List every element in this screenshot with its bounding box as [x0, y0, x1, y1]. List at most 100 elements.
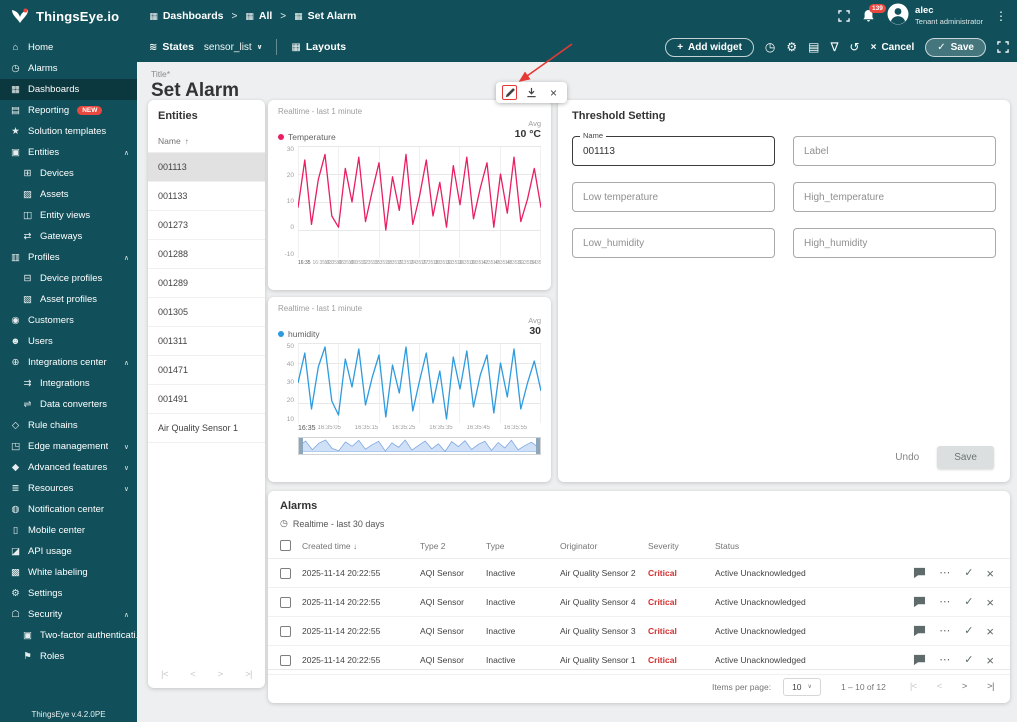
- entity-row[interactable]: 001273: [148, 211, 265, 240]
- more-actions-icon[interactable]: ⋯: [939, 596, 951, 608]
- sidebar-item-profiles[interactable]: ▥ Profiles ∧: [0, 247, 137, 268]
- row-checkbox[interactable]: [280, 654, 291, 666]
- sidebar-item-integrations[interactable]: ⇉ Integrations: [0, 373, 137, 394]
- entity-row[interactable]: 001305: [148, 298, 265, 327]
- more-actions-icon[interactable]: ⋯: [939, 625, 951, 637]
- entity-row[interactable]: 001311: [148, 327, 265, 356]
- column-type2[interactable]: Type 2: [420, 541, 486, 551]
- settings-gear-button[interactable]: ⚙: [786, 41, 797, 53]
- sidebar-item-advanced-features[interactable]: ◆ Advanced features ∨: [0, 457, 137, 478]
- dashboard-image-button[interactable]: ▤: [808, 41, 819, 53]
- sidebar-item-device-profiles[interactable]: ⊟ Device profiles: [0, 268, 137, 289]
- row-checkbox[interactable]: [280, 625, 291, 637]
- add-widget-button[interactable]: + Add widget: [665, 37, 754, 57]
- acknowledge-icon[interactable]: ✓: [964, 625, 973, 637]
- column-created-time[interactable]: Created time ↓: [302, 541, 420, 551]
- sidebar-item-alarms[interactable]: ◷ Alarms: [0, 58, 137, 79]
- sidebar-item-api-usage[interactable]: ◪ API usage: [0, 541, 137, 562]
- more-actions-icon[interactable]: ⋯: [939, 567, 951, 579]
- entities-name-column-header[interactable]: Name ↑: [148, 122, 265, 153]
- fullscreen-button[interactable]: [997, 41, 1009, 53]
- more-actions-icon[interactable]: ⋯: [939, 654, 951, 666]
- name-input[interactable]: [572, 136, 775, 166]
- entity-row[interactable]: 001133: [148, 182, 265, 211]
- prev-page-icon[interactable]: <: [937, 681, 943, 692]
- sidebar-item-white-labeling[interactable]: ▩ White labeling: [0, 562, 137, 583]
- sidebar-item-customers[interactable]: ◉ Customers: [0, 310, 137, 331]
- acknowledge-icon[interactable]: ✓: [964, 596, 973, 608]
- sidebar-item-gateways[interactable]: ⇄ Gateways: [0, 226, 137, 247]
- sidebar-item-devices[interactable]: ⊞ Devices: [0, 163, 137, 184]
- comment-icon[interactable]: [913, 625, 926, 637]
- legend-humidity[interactable]: humidity: [278, 329, 320, 339]
- comment-icon[interactable]: [913, 654, 926, 666]
- sidebar-item-dashboards[interactable]: ▦ Dashboards: [0, 79, 137, 100]
- sidebar-item-data-converters[interactable]: ⇌ Data converters: [0, 394, 137, 415]
- sidebar-item-integrations-center[interactable]: ⊕ Integrations center ∧: [0, 352, 137, 373]
- export-widget-button[interactable]: [524, 85, 539, 100]
- comment-icon[interactable]: [913, 596, 926, 608]
- label-input[interactable]: [793, 136, 996, 166]
- acknowledge-icon[interactable]: ✓: [964, 654, 973, 666]
- entity-row[interactable]: 001113: [148, 153, 265, 182]
- comment-icon[interactable]: [913, 567, 926, 579]
- layouts-button[interactable]: ▦ Layouts: [291, 41, 346, 53]
- row-checkbox[interactable]: [280, 567, 291, 579]
- state-select[interactable]: sensor_list ∨: [204, 42, 263, 53]
- page-title[interactable]: Set Alarm: [151, 80, 1017, 102]
- row-checkbox[interactable]: [280, 596, 291, 608]
- entity-row[interactable]: Air Quality Sensor 1: [148, 414, 265, 443]
- cancel-button[interactable]: × Cancel: [871, 42, 915, 53]
- last-page-icon[interactable]: >|: [987, 681, 995, 692]
- next-page-icon[interactable]: >: [962, 681, 968, 692]
- fullscreen-toggle-button[interactable]: [838, 10, 850, 22]
- states-button[interactable]: ≋ States: [149, 41, 194, 53]
- sidebar-item-home[interactable]: ⌂ Home: [0, 37, 137, 58]
- save-button[interactable]: ✓ Save: [925, 37, 986, 57]
- breadcrumb-all[interactable]: ▦ All: [245, 10, 272, 22]
- entity-row[interactable]: 001491: [148, 385, 265, 414]
- sidebar-item-rule-chains[interactable]: ◇ Rule chains: [0, 415, 137, 436]
- sidebar-item-two-factor-auth[interactable]: ▣ Two-factor authenticati...: [0, 625, 137, 646]
- sidebar-item-asset-profiles[interactable]: ▧ Asset profiles: [0, 289, 137, 310]
- edit-widget-button[interactable]: [502, 85, 517, 100]
- legend-temperature[interactable]: Temperature: [278, 132, 336, 142]
- sidebar-item-mobile-center[interactable]: ▯ Mobile center: [0, 520, 137, 541]
- sidebar-item-roles[interactable]: ⚑ Roles: [0, 646, 137, 667]
- filter-button[interactable]: ∇: [831, 41, 839, 53]
- prev-page-icon[interactable]: <: [190, 669, 196, 680]
- sidebar-item-security[interactable]: ☖ Security ∧: [0, 604, 137, 625]
- sidebar-item-assets[interactable]: ▨ Assets: [0, 184, 137, 205]
- sidebar-item-edge-management[interactable]: ◳ Edge management ∨: [0, 436, 137, 457]
- timewindow-button[interactable]: ◷: [765, 41, 775, 53]
- low-humidity-input[interactable]: [572, 228, 775, 258]
- chart-navigator[interactable]: [298, 436, 541, 455]
- notifications-button[interactable]: 139: [862, 4, 886, 23]
- app-logo[interactable]: ThingsEye.io: [10, 7, 119, 25]
- undo-button[interactable]: Undo: [895, 452, 919, 463]
- first-page-icon[interactable]: |<: [910, 681, 918, 692]
- first-page-icon[interactable]: |<: [161, 669, 169, 680]
- acknowledge-icon[interactable]: ✓: [964, 567, 973, 579]
- clear-icon[interactable]: ×: [986, 596, 994, 609]
- column-type[interactable]: Type: [486, 541, 560, 551]
- clear-icon[interactable]: ×: [986, 625, 994, 638]
- clear-icon[interactable]: ×: [986, 654, 994, 667]
- clear-icon[interactable]: ×: [986, 567, 994, 580]
- high-temperature-input[interactable]: [793, 182, 996, 212]
- sidebar-item-resources[interactable]: ≣ Resources ∨: [0, 478, 137, 499]
- sidebar-item-solution-templates[interactable]: ★ Solution templates: [0, 121, 137, 142]
- sidebar-item-settings[interactable]: ⚙ Settings: [0, 583, 137, 604]
- breadcrumb-set-alarm[interactable]: ▦ Set Alarm: [294, 10, 356, 22]
- threshold-save-button[interactable]: Save: [937, 446, 994, 469]
- brush-handle-left[interactable]: [299, 437, 303, 454]
- version-history-button[interactable]: ↺: [850, 41, 860, 53]
- last-page-icon[interactable]: >|: [245, 669, 253, 680]
- alarms-timewindow[interactable]: ◷ Realtime - last 30 days: [268, 512, 1010, 529]
- entity-row[interactable]: 001471: [148, 356, 265, 385]
- sidebar-item-users[interactable]: ☻ Users: [0, 331, 137, 352]
- remove-widget-button[interactable]: ×: [546, 85, 561, 100]
- sidebar-item-notification-center[interactable]: ◍ Notification center: [0, 499, 137, 520]
- sidebar-item-entities[interactable]: ▣ Entities ∧: [0, 142, 137, 163]
- temperature-chart[interactable]: [298, 145, 541, 258]
